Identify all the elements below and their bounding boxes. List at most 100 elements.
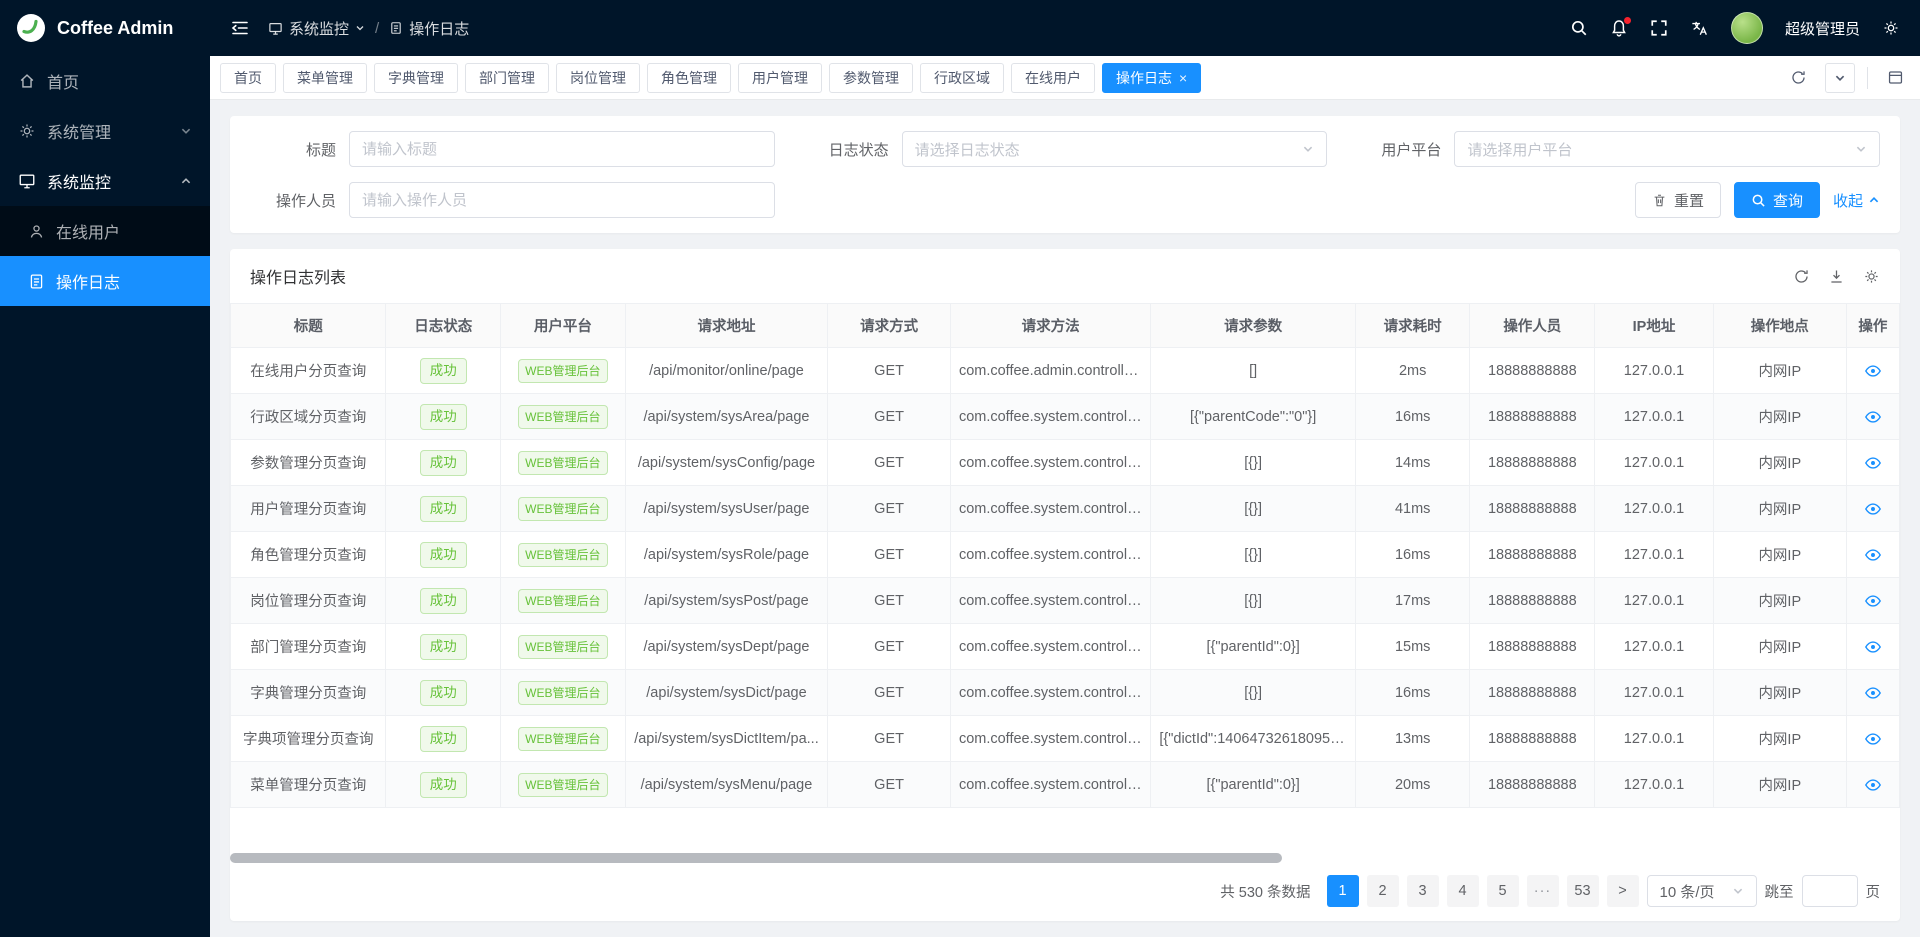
cell-location: 内网IP — [1713, 486, 1846, 532]
sidebar-item-label: 系统监控 — [47, 169, 111, 193]
notification-bell-icon[interactable] — [1610, 19, 1628, 37]
topbar-actions: 超级管理员 — [1570, 12, 1900, 44]
cell-request-func: com.coffee.admin.controller... — [950, 348, 1150, 394]
pagination: 共 530 条数据 1 2 3 4 5 ··· 53 — [230, 873, 1900, 921]
tab-actions-dropdown[interactable] — [1825, 63, 1855, 93]
cell-platform: WEB管理后台 — [500, 624, 625, 670]
table-header-bar: 操作日志列表 — [230, 249, 1900, 303]
page-button[interactable]: 1 — [1327, 875, 1359, 907]
title-field: 标题 — [250, 131, 775, 167]
chevron-up-icon — [180, 175, 192, 187]
cell-location: 内网IP — [1713, 578, 1846, 624]
breadcrumb-item-operation-log[interactable]: 操作日志 — [389, 18, 469, 39]
sidebar-item-label: 系统管理 — [47, 119, 111, 143]
cell-location: 内网IP — [1713, 394, 1846, 440]
page-size-select[interactable]: 10 条/页 — [1647, 875, 1757, 907]
page-button[interactable]: ··· — [1527, 875, 1559, 907]
jump-page-input[interactable] — [1802, 875, 1858, 907]
page-button[interactable]: 5 — [1487, 875, 1519, 907]
title-input[interactable] — [349, 131, 775, 167]
cell-status: 成功 — [386, 762, 501, 808]
reset-button[interactable]: 重置 — [1635, 182, 1721, 218]
breadcrumb: 系统监控 / 操作日志 — [268, 18, 469, 39]
cell-operator: 18888888888 — [1470, 670, 1595, 716]
collapse-filter-button[interactable]: 收起 — [1833, 190, 1880, 211]
export-icon[interactable] — [1828, 268, 1845, 285]
page-button[interactable]: 2 — [1367, 875, 1399, 907]
log-status-select[interactable]: 请选择日志状态 — [902, 131, 1328, 167]
user-platform-select[interactable]: 请选择用户平台 — [1454, 131, 1880, 167]
cell-operator: 18888888888 — [1470, 716, 1595, 762]
fullscreen-icon[interactable] — [1650, 19, 1668, 37]
next-page-button[interactable]: > — [1607, 875, 1639, 907]
cell-actions — [1846, 486, 1899, 532]
layout-icon[interactable] — [1880, 63, 1910, 93]
view-detail-eye-icon[interactable] — [1864, 684, 1882, 702]
column-header: 标题 — [231, 304, 386, 348]
breadcrumb-item-monitor[interactable]: 系统监控 — [268, 18, 365, 39]
tab[interactable]: 行政区域 × — [920, 63, 1004, 93]
view-detail-eye-icon[interactable] — [1864, 362, 1882, 380]
tab[interactable]: 岗位管理 × — [556, 63, 640, 93]
column-settings-gear-icon[interactable] — [1863, 268, 1880, 285]
refresh-table-icon[interactable] — [1793, 268, 1810, 285]
sidebar-item-online-users[interactable]: 在线用户 — [0, 206, 210, 256]
horizontal-scrollbar[interactable] — [230, 853, 1900, 863]
status-badge: 成功 — [420, 404, 467, 430]
app-logo: Coffee Admin — [0, 0, 210, 56]
tab-label: 首页 — [234, 68, 262, 88]
tab[interactable]: 操作日志 × — [1102, 63, 1201, 93]
user-avatar[interactable] — [1731, 12, 1763, 44]
tab[interactable]: 角色管理 × — [647, 63, 731, 93]
cell-actions — [1846, 532, 1899, 578]
translate-icon[interactable] — [1690, 19, 1709, 38]
page-button[interactable]: 53 — [1567, 875, 1599, 907]
sidebar-item-system-monitor[interactable]: 系统监控 — [0, 156, 210, 206]
view-detail-eye-icon[interactable] — [1864, 592, 1882, 610]
view-detail-eye-icon[interactable] — [1864, 776, 1882, 794]
tab-bar-tools — [1783, 63, 1910, 93]
menu-fold-icon[interactable] — [230, 18, 250, 38]
tab[interactable]: 用户管理 × — [738, 63, 822, 93]
cell-request-params: [] — [1151, 348, 1356, 394]
view-detail-eye-icon[interactable] — [1864, 408, 1882, 426]
table-header-row: 标题 日志状态 用户平台 请求地址 请求方式 请求方法 — [231, 304, 1900, 348]
page-button[interactable]: 3 — [1407, 875, 1439, 907]
tab[interactable]: 菜单管理 × — [283, 63, 367, 93]
tab[interactable]: 在线用户 × — [1011, 63, 1095, 93]
view-detail-eye-icon[interactable] — [1864, 730, 1882, 748]
search-icon[interactable] — [1570, 19, 1588, 37]
view-detail-eye-icon[interactable] — [1864, 638, 1882, 656]
tab-label: 用户管理 — [752, 68, 808, 88]
sidebar-item-home[interactable]: 首页 — [0, 56, 210, 106]
cell-request-time: 16ms — [1355, 532, 1470, 578]
cell-request-params: [{}] — [1151, 670, 1356, 716]
cell-platform: WEB管理后台 — [500, 578, 625, 624]
page-button[interactable]: 4 — [1447, 875, 1479, 907]
view-detail-eye-icon[interactable] — [1864, 454, 1882, 472]
tab[interactable]: 字典管理 × — [374, 63, 458, 93]
column-header: 请求参数 — [1151, 304, 1356, 348]
sidebar-item-system-mgmt[interactable]: 系统管理 — [0, 106, 210, 156]
tab[interactable]: 参数管理 × — [829, 63, 913, 93]
cell-request-func: com.coffee.system.controlle... — [950, 440, 1150, 486]
cell-location: 内网IP — [1713, 762, 1846, 808]
tab[interactable]: 部门管理 × — [465, 63, 549, 93]
cell-request-time: 17ms — [1355, 578, 1470, 624]
view-detail-eye-icon[interactable] — [1864, 500, 1882, 518]
scrollbar-thumb[interactable] — [230, 853, 1282, 863]
chevron-down-icon — [1855, 143, 1867, 155]
close-icon[interactable]: × — [1179, 71, 1187, 85]
table-row: 字典项管理分页查询 成功 WEB管理后台 /api/system/sysDict… — [231, 716, 1900, 762]
query-button[interactable]: 查询 — [1734, 182, 1820, 218]
chevron-down-icon — [1302, 143, 1314, 155]
cell-location: 内网IP — [1713, 670, 1846, 716]
cell-title: 用户管理分页查询 — [231, 486, 386, 532]
settings-gear-icon[interactable] — [1882, 19, 1900, 37]
view-detail-eye-icon[interactable] — [1864, 546, 1882, 564]
tab[interactable]: 首页 × — [220, 63, 276, 93]
cell-request-url: /api/system/sysDept/page — [625, 624, 827, 670]
refresh-tabs-icon[interactable] — [1783, 63, 1813, 93]
operator-input[interactable] — [349, 182, 775, 218]
sidebar-item-operation-log[interactable]: 操作日志 — [0, 256, 210, 306]
